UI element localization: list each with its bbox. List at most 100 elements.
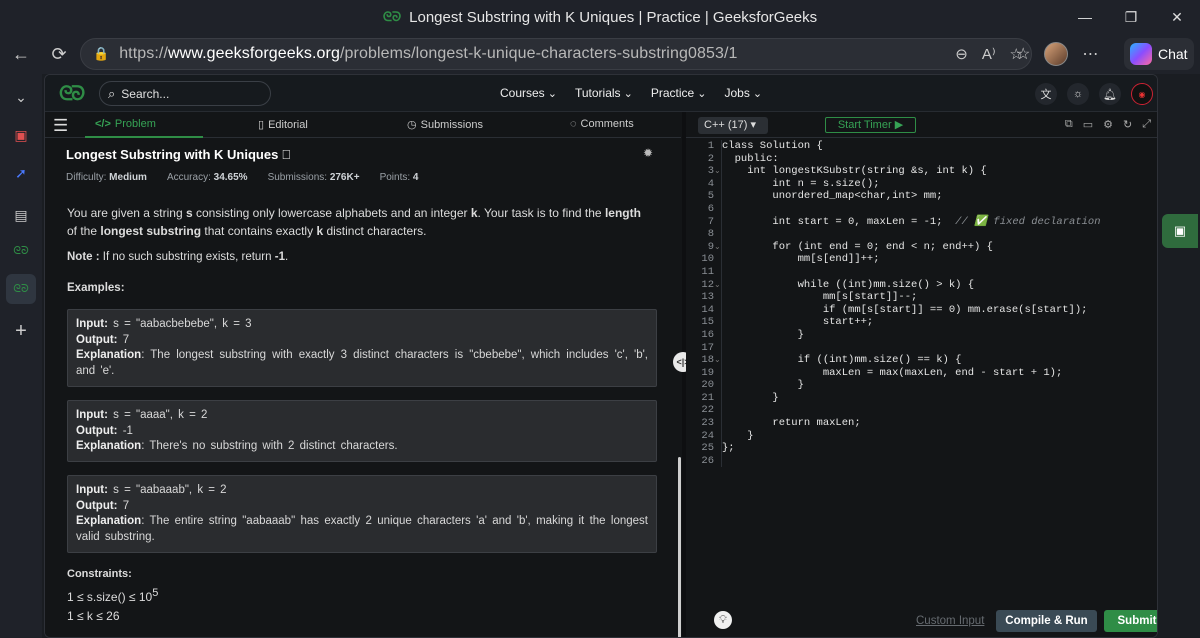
- app-icon[interactable]: ➚: [6, 158, 36, 188]
- menu-tutorials[interactable]: Tutorials: [575, 86, 633, 100]
- pdf-icon[interactable]: ▣: [6, 120, 36, 150]
- settings-icon[interactable]: ⚙: [1103, 118, 1113, 131]
- zoom-icon[interactable]: ⊖: [955, 45, 968, 63]
- code-line: int longestKSubstr(string &s, int k) {: [722, 165, 987, 178]
- line-number: 24: [701, 429, 714, 442]
- theme-sun-icon[interactable]: ☼: [1067, 83, 1089, 105]
- gfg-logo[interactable]: ᘓᘐ: [59, 83, 85, 106]
- gfg-tab-icon[interactable]: ᘓᘐ: [6, 236, 36, 266]
- compile-run-button[interactable]: Compile & Run: [996, 610, 1097, 632]
- profile-avatar[interactable]: [1044, 42, 1069, 66]
- code-line: while ((int)mm.size() > k) {: [722, 278, 975, 291]
- constraint-1: 1 ≤ s.size() ≤ 105: [67, 587, 159, 604]
- tab-submissions[interactable]: ◷ Submissions: [407, 118, 483, 132]
- translate-icon[interactable]: 文: [1035, 83, 1057, 105]
- address-bar[interactable]: 🔒 https://www.geeksforgeeks.org/problems…: [80, 38, 1032, 70]
- line-numbers: 1 2 3 4 5 6 7 8 9 10 11 12 13 14 15 16 17 18 19 20 21 22 23 24 2…: [686, 140, 714, 467]
- tab-problem[interactable]: </> Problem: [95, 118, 156, 130]
- line-number: 20: [701, 379, 714, 392]
- lightbulb-icon[interactable]: 💡︎: [714, 611, 732, 629]
- navbar-icons: 文 ☼ 🔔︎ ◉: [1035, 83, 1153, 105]
- read-aloud-icon[interactable]: A⁾: [982, 45, 996, 63]
- tab-editorial[interactable]: ▯ Editorial: [258, 118, 308, 132]
- copy-icon[interactable]: ⧉: [1065, 118, 1073, 131]
- difficulty: Difficulty: Medium: [66, 172, 147, 183]
- browser-right-rail: [1158, 74, 1200, 638]
- chat-bubble-icon[interactable]: ▣: [1162, 214, 1198, 248]
- browser-toolbar: ← ⟳ 🔒 https://www.geeksforgeeks.org/prob…: [0, 34, 1200, 74]
- back-icon[interactable]: ←: [2, 38, 40, 70]
- tab-problem-label: Problem: [114, 118, 156, 130]
- line-number: 18: [701, 354, 714, 367]
- submit-button[interactable]: Submit: [1104, 610, 1157, 632]
- code-line: }: [722, 379, 804, 392]
- code-line: return maxLen;: [722, 417, 861, 430]
- line-number: 21: [701, 391, 714, 404]
- add-tab-icon[interactable]: +: [6, 316, 36, 346]
- line-number: 12: [701, 278, 714, 291]
- favorites-icon[interactable]: ☆: [1016, 44, 1030, 64]
- url-path: /problems/longest-k-unique-characters-su…: [339, 45, 738, 62]
- menu-practice[interactable]: Practice: [651, 86, 707, 100]
- calendar-icon[interactable]: ▤: [6, 200, 36, 230]
- search-placeholder: Search...: [121, 86, 170, 101]
- refresh-icon[interactable]: ⟳: [40, 38, 78, 70]
- tab-editorial-label: Editorial: [268, 118, 308, 131]
- custom-input-link[interactable]: Custom Input: [916, 615, 984, 627]
- gfg-page: ᘓᘐ ⌕ Search... Courses Tutorials Practic…: [44, 74, 1158, 638]
- url-prefix: https://: [119, 45, 169, 62]
- start-timer-button[interactable]: Start Timer ▶: [825, 117, 916, 133]
- code-line: mm[s[end]]++;: [722, 253, 880, 266]
- code-line: };: [722, 442, 735, 455]
- problem-title-text: Longest Substring with K Uniques: [66, 147, 279, 162]
- close-window-button[interactable]: ✕: [1154, 0, 1200, 34]
- restore-button[interactable]: ❐: [1108, 0, 1154, 34]
- code-area[interactable]: class Solution { public: int longestKSub…: [721, 140, 1151, 468]
- copilot-chat-button[interactable]: Chat: [1124, 38, 1194, 70]
- code-line: maxLen = max(maxLen, end - start + 1);: [722, 366, 1063, 379]
- clock-icon: ◷: [407, 119, 417, 131]
- line-number: 3: [707, 165, 714, 178]
- code-line: public:: [722, 152, 779, 165]
- more-menu-icon[interactable]: ⋯: [1082, 44, 1098, 64]
- line-number: 4: [707, 177, 714, 190]
- gfg-active-tab-icon[interactable]: ᘓᘐ: [6, 274, 36, 304]
- problem-meta: Difficulty: Medium Accuracy: 34.65% Subm…: [66, 172, 418, 183]
- fullscreen-icon[interactable]: ⤢: [1142, 118, 1151, 131]
- minimize-button[interactable]: —: [1062, 0, 1108, 34]
- constraint-2: 1 ≤ k ≤ 26: [67, 609, 120, 623]
- bookmark-icon[interactable]: ⎕: [282, 147, 290, 163]
- search-box[interactable]: ⌕ Search...: [99, 81, 271, 106]
- problem-scrollbar[interactable]: [678, 457, 681, 637]
- user-avatar[interactable]: ◉: [1131, 83, 1153, 105]
- line-number: 9: [707, 240, 714, 253]
- reset-icon[interactable]: ↻: [1123, 118, 1132, 131]
- hamburger-menu-icon[interactable]: ☰: [53, 116, 68, 136]
- browser-sidebar: ⌄ ▣ ➚ ▤ ᘓᘐ ᘓᘐ +: [0, 74, 42, 638]
- file-icon[interactable]: ▭: [1083, 118, 1093, 131]
- notification-bell-icon[interactable]: 🔔︎: [1099, 83, 1121, 105]
- problem-pane: ☰ </> Problem ▯ Editorial ◷ Submissions ◌ Co…: [45, 112, 681, 637]
- menu-jobs[interactable]: Jobs: [724, 86, 762, 100]
- line-number: 14: [701, 303, 714, 316]
- submissions-count: Submissions: 276K+: [267, 172, 360, 183]
- example-box: Input: s = "aabaaab", k = 2 Output: 7 Ex…: [67, 475, 657, 553]
- problem-content: Longest Substring with K Uniques ⎕ ✹ Diff…: [45, 138, 669, 637]
- tab-comments[interactable]: ◌ Comments: [570, 118, 634, 130]
- browser-right-tools: ☆ ⋯: [1010, 34, 1098, 74]
- line-number: 26: [701, 454, 714, 467]
- line-number: 22: [701, 404, 714, 417]
- report-bug-icon[interactable]: ✹: [643, 146, 653, 160]
- window-titlebar: ᘓᘐ Longest Substring with K Uniques | Pr…: [0, 0, 1200, 34]
- chevron-down-icon[interactable]: ⌄: [6, 82, 36, 112]
- code-line: }: [722, 429, 754, 442]
- line-number: 11: [701, 265, 714, 278]
- line-number: 5: [707, 190, 714, 203]
- line-number: 7: [707, 215, 714, 228]
- menu-courses[interactable]: Courses: [500, 86, 557, 100]
- language-select[interactable]: C++ (17) ▾: [698, 117, 768, 134]
- lock-icon: 🔒: [93, 46, 110, 61]
